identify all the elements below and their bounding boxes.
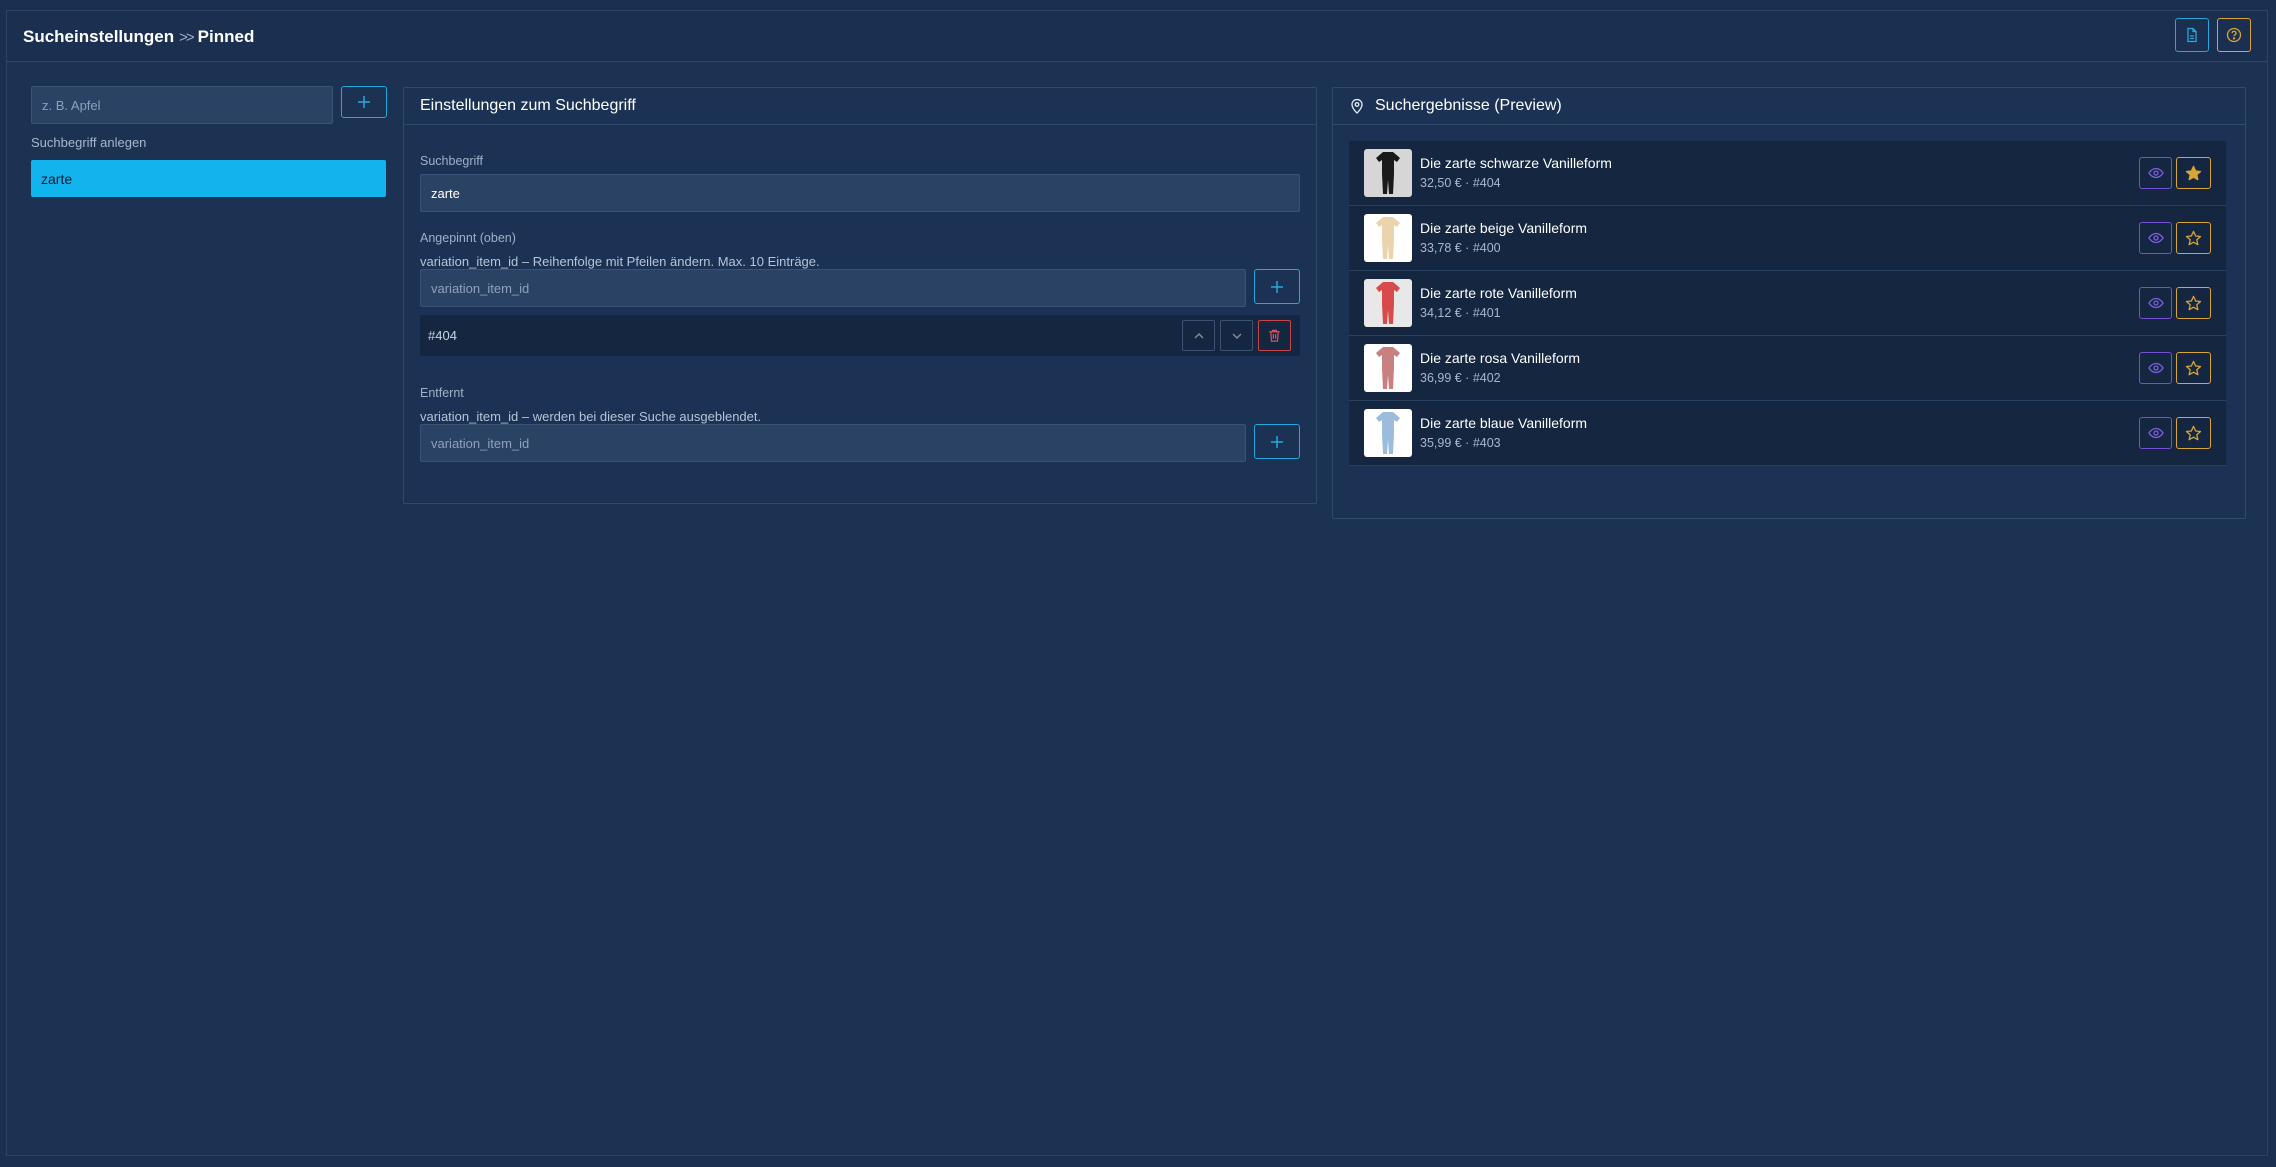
move-up-button[interactable] <box>1182 320 1215 351</box>
result-meta: 36,99 € · #402 <box>1420 371 1501 385</box>
new-term-placeholder: z. B. Apfel <box>42 97 101 113</box>
chevron-down-icon <box>1232 333 1241 339</box>
garment-icon <box>1376 347 1400 389</box>
result-row: Die zarte rosa Vanilleform 36,99 € · #40… <box>1349 336 2226 401</box>
eye-icon <box>2147 297 2164 309</box>
help-button[interactable] <box>2217 18 2251 52</box>
pinned-id-input[interactable]: variation_item_id <box>420 269 1246 307</box>
map-pin-icon <box>1351 98 1363 114</box>
move-down-button[interactable] <box>1220 320 1253 351</box>
result-title[interactable]: Die zarte blaue Vanilleform <box>1420 415 1587 431</box>
add-pinned-button[interactable] <box>1254 269 1300 304</box>
trash-icon <box>1269 329 1280 342</box>
breadcrumb-root[interactable]: Sucheinstellungen <box>23 27 174 47</box>
settings-panel: Einstellungen zum Suchbegriff Suchbegrif… <box>403 87 1317 504</box>
star-icon <box>2185 360 2202 375</box>
plus-icon <box>1271 435 1283 448</box>
product-thumbnail <box>1364 149 1412 197</box>
term-field[interactable]: zarte <box>420 174 1300 212</box>
garment-icon <box>1376 217 1400 259</box>
preview-button[interactable] <box>2139 222 2172 254</box>
garment-icon <box>1376 412 1400 454</box>
top-bar: Sucheinstellungen >> Pinned <box>7 11 2267 62</box>
pin-button[interactable] <box>2176 157 2211 189</box>
star-icon <box>2185 230 2202 245</box>
result-row: Die zarte rote Vanilleform 34,12 € · #40… <box>1349 271 2226 336</box>
term-field-value: zarte <box>431 185 460 201</box>
removed-id-placeholder: variation_item_id <box>431 435 530 451</box>
chevron-up-icon <box>1194 332 1203 338</box>
results-panel: Suchergebnisse (Preview) Die zarte schwa… <box>1332 87 2246 519</box>
term-field-label: Suchbegriff <box>420 154 484 168</box>
document-button[interactable] <box>2175 18 2209 52</box>
pinned-label: Angepinnt (oben) <box>420 231 516 245</box>
pin-button[interactable] <box>2176 222 2211 254</box>
help-icon <box>2226 27 2242 43</box>
preview-button[interactable] <box>2139 417 2172 449</box>
delete-pinned-button[interactable] <box>1258 320 1291 351</box>
result-meta: 32,50 € · #404 <box>1420 176 1501 190</box>
breadcrumb-separator: >> <box>179 28 194 46</box>
eye-icon <box>2147 427 2164 439</box>
preview-button[interactable] <box>2139 287 2172 319</box>
eye-icon <box>2147 232 2164 244</box>
eye-icon <box>2147 167 2164 179</box>
plus-icon <box>358 96 370 108</box>
create-term-label: Suchbegriff anlegen <box>31 135 147 150</box>
result-title[interactable]: Die zarte beige Vanilleform <box>1420 220 1587 236</box>
product-thumbnail <box>1364 344 1412 392</box>
product-thumbnail <box>1364 409 1412 457</box>
result-row: Die zarte blaue Vanilleform 35,99 € · #4… <box>1349 401 2226 466</box>
new-term-input[interactable]: z. B. Apfel <box>31 86 333 124</box>
result-row: Die zarte schwarze Vanilleform 32,50 € ·… <box>1349 141 2226 206</box>
pinned-item-id: #404 <box>428 328 457 343</box>
result-title[interactable]: Die zarte rote Vanilleform <box>1420 285 1577 301</box>
result-row: Die zarte beige Vanilleform 33,78 € · #4… <box>1349 206 2226 271</box>
term-list-item-label: zarte <box>41 170 73 187</box>
result-meta: 34,12 € · #401 <box>1420 306 1501 320</box>
preview-button[interactable] <box>2139 157 2172 189</box>
pinned-id-placeholder: variation_item_id <box>431 280 530 296</box>
plus-icon <box>1271 280 1283 293</box>
result-title[interactable]: Die zarte rosa Vanilleform <box>1420 350 1580 366</box>
result-meta: 35,99 € · #403 <box>1420 436 1501 450</box>
star-icon <box>2185 425 2202 440</box>
removed-label: Entfernt <box>420 386 464 400</box>
garment-icon <box>1376 152 1400 194</box>
add-removed-button[interactable] <box>1254 424 1300 459</box>
pinned-help: variation_item_id – Reihenfolge mit Pfei… <box>420 254 820 269</box>
removed-help: variation_item_id – werden bei dieser Su… <box>420 409 762 424</box>
removed-id-input[interactable]: variation_item_id <box>420 424 1246 462</box>
results-list: Die zarte schwarze Vanilleform 32,50 € ·… <box>1349 141 2226 466</box>
star-icon <box>2185 295 2202 310</box>
product-thumbnail <box>1364 279 1412 327</box>
breadcrumb-current: Pinned <box>197 27 255 46</box>
product-thumbnail <box>1364 214 1412 262</box>
pin-button[interactable] <box>2176 417 2211 449</box>
result-title[interactable]: Die zarte schwarze Vanilleform <box>1420 155 1612 171</box>
results-panel-title: Suchergebnisse (Preview) <box>1375 97 1562 114</box>
star-icon <box>2185 165 2202 180</box>
pinned-item-row: #404 <box>420 315 1300 356</box>
add-term-button[interactable] <box>341 86 387 118</box>
results-panel-header: Suchergebnisse (Preview) <box>1333 88 2245 125</box>
pin-button[interactable] <box>2176 352 2211 384</box>
eye-icon <box>2147 362 2164 374</box>
term-list-item[interactable]: zarte <box>31 160 386 197</box>
settings-panel-title: Einstellungen zum Suchbegriff <box>404 88 1316 125</box>
pin-button[interactable] <box>2176 287 2211 319</box>
breadcrumb: Sucheinstellungen >> Pinned <box>23 27 254 47</box>
result-meta: 33,78 € · #400 <box>1420 241 1501 255</box>
preview-button[interactable] <box>2139 352 2172 384</box>
garment-icon <box>1376 282 1400 324</box>
app-frame: Sucheinstellungen >> Pinned z. B. Apfel … <box>6 10 2268 1156</box>
document-icon <box>2187 27 2197 43</box>
